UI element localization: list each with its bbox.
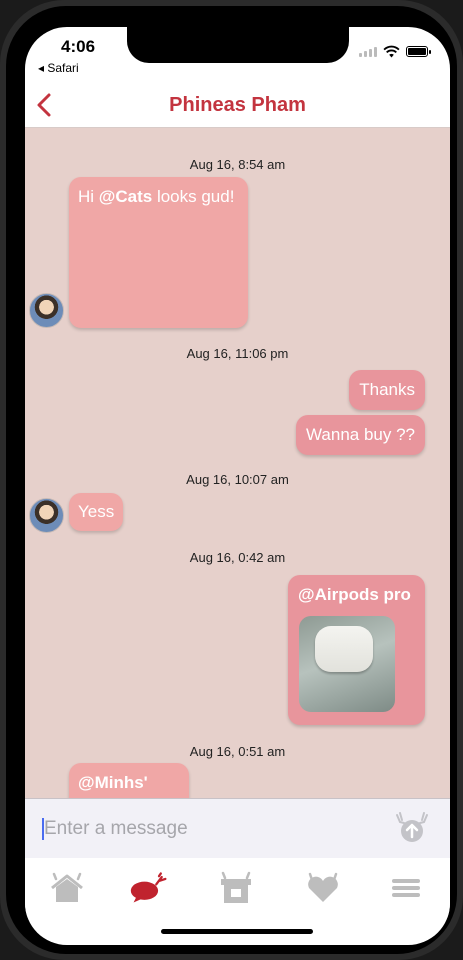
page-title: Phineas Pham bbox=[169, 94, 306, 116]
message-timestamp: Aug 16, 10:07 am bbox=[186, 472, 289, 487]
heart-icon[interactable] bbox=[303, 871, 343, 905]
home-indicator bbox=[161, 929, 313, 934]
home-icon[interactable] bbox=[47, 871, 87, 905]
battery-icon bbox=[406, 46, 431, 57]
send-button[interactable] bbox=[391, 810, 433, 844]
message-text: Hi bbox=[78, 187, 99, 206]
message-mention[interactable]: @Cats bbox=[99, 187, 152, 206]
contact-avatar[interactable] bbox=[29, 293, 64, 328]
message-mention[interactable]: @Minhs' bbox=[78, 773, 180, 793]
message-timestamp: Aug 16, 8:54 am bbox=[189, 157, 286, 172]
outgoing-message-bubble[interactable]: Thanks bbox=[349, 370, 425, 410]
device-frame: 4:06 ◂ Safari Phineas Pham Aug 16, 8:54 … bbox=[0, 0, 463, 960]
product-image[interactable] bbox=[299, 616, 395, 712]
chat-thread[interactable]: Aug 16, 8:54 am Hi @Cats looks gud! Aug … bbox=[25, 128, 450, 798]
product-mention[interactable]: @Airpods pro bbox=[298, 585, 415, 605]
outgoing-message-bubble[interactable]: Wanna buy ?? bbox=[296, 415, 425, 455]
contact-avatar[interactable] bbox=[29, 498, 64, 533]
incoming-message-bubble[interactable]: Yess bbox=[69, 493, 124, 531]
tab-bar bbox=[25, 858, 450, 918]
navigation-bar: Phineas Pham bbox=[25, 83, 450, 128]
notch bbox=[127, 27, 349, 63]
device-bezel: 4:06 ◂ Safari Phineas Pham Aug 16, 8:54 … bbox=[6, 6, 457, 954]
message-timestamp: Aug 16, 0:51 am bbox=[189, 744, 286, 759]
back-to-safari-link[interactable]: ◂ Safari bbox=[38, 61, 79, 75]
screen: 4:06 ◂ Safari Phineas Pham Aug 16, 8:54 … bbox=[25, 27, 450, 945]
message-timestamp: Aug 16, 11:06 pm bbox=[186, 346, 289, 361]
shop-icon[interactable] bbox=[216, 871, 256, 905]
status-time: 4:06 bbox=[61, 37, 96, 56]
text-cursor bbox=[42, 818, 44, 840]
incoming-message-bubble[interactable]: Hi @Cats looks gud! bbox=[69, 177, 248, 328]
chat-icon[interactable] bbox=[129, 871, 169, 905]
airpods-case-shape bbox=[315, 626, 373, 672]
message-text: looks gud! bbox=[152, 187, 235, 206]
message-composer bbox=[25, 798, 450, 859]
message-timestamp: Aug 16, 0:42 am bbox=[189, 550, 286, 565]
outgoing-product-message-bubble[interactable]: @Airpods pro bbox=[288, 575, 425, 725]
menu-icon[interactable] bbox=[386, 871, 426, 905]
message-input[interactable] bbox=[42, 813, 366, 845]
incoming-message-bubble[interactable]: @Minhs' bbox=[69, 763, 189, 798]
wifi-icon bbox=[383, 45, 400, 58]
signal-icon bbox=[359, 46, 377, 57]
status-icons bbox=[359, 45, 431, 58]
